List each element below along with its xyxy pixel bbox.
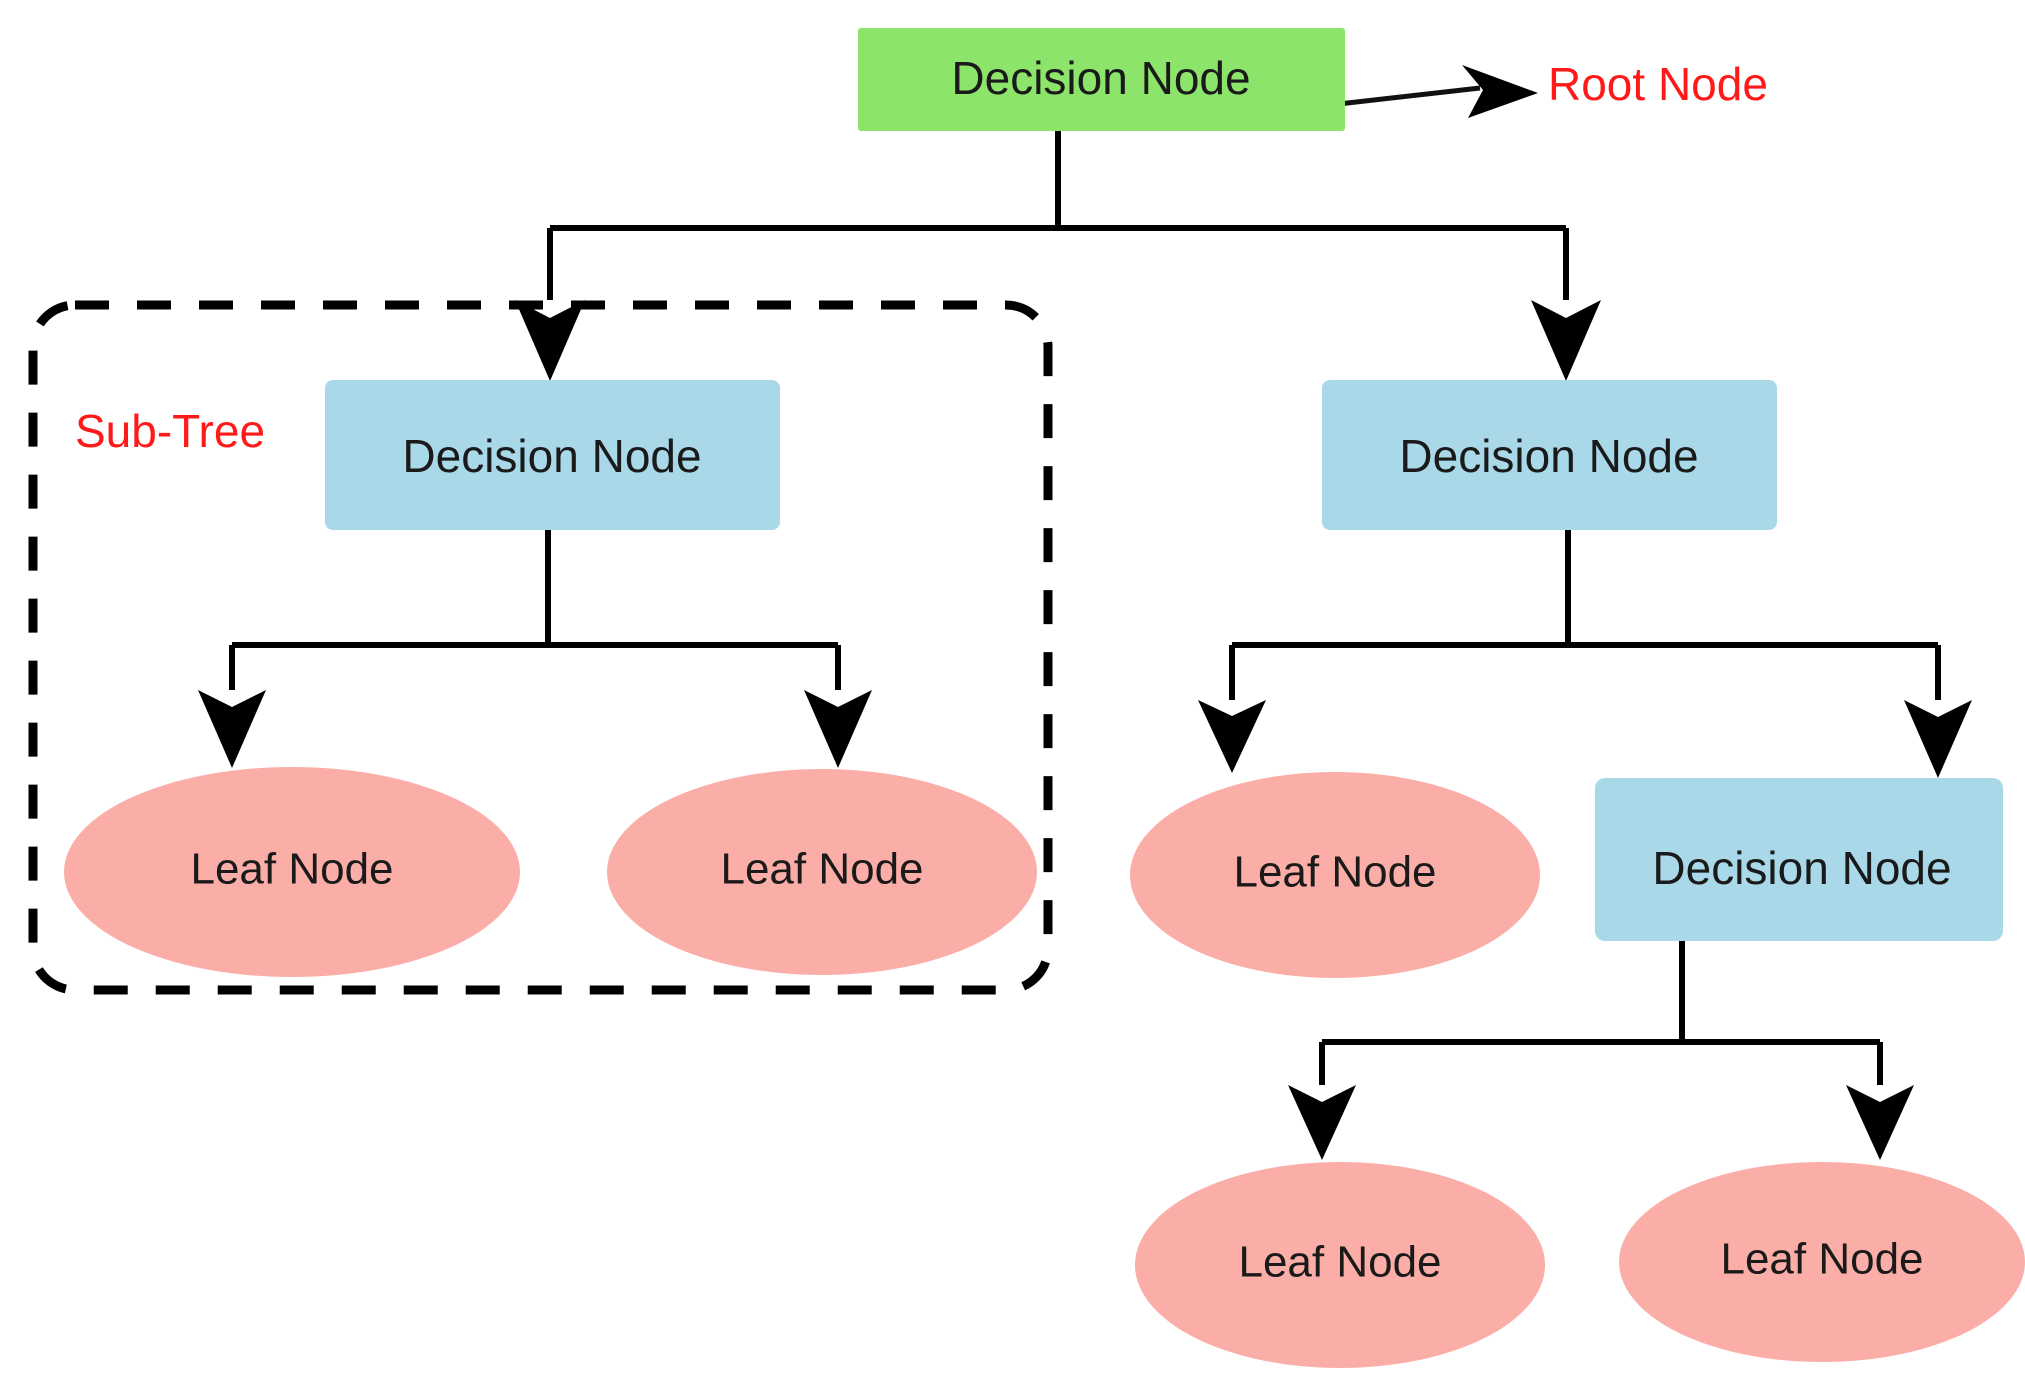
left-leaf-2-ellipse[interactable] — [607, 769, 1037, 975]
diagram-canvas: Decision Node Root Node Sub-Tree Decisio… — [28, 28, 2025, 1368]
arrow-head-root-right — [1531, 300, 1601, 381]
edge-root-callout — [1329, 85, 1481, 108]
subtree-annotation: Sub-Tree — [75, 405, 265, 457]
node-right-sub-leaf-1[interactable]: Leaf Node — [1135, 1162, 1545, 1368]
arrow-head-sub-leaf1 — [1288, 1085, 1356, 1160]
right-leaf-1-ellipse[interactable] — [1130, 772, 1540, 978]
arrow-head-right-sub-decision — [1904, 700, 1972, 778]
arrow-head-sub-leaf2 — [1846, 1085, 1914, 1160]
root-node-annotation: Root Node — [1548, 58, 1768, 110]
node-right-decision[interactable]: Decision Node — [1322, 380, 1777, 530]
right-sub-leaf-1-ellipse[interactable] — [1135, 1162, 1545, 1368]
arrow-head-left-leaf2 — [804, 690, 872, 768]
left-leaf-1-ellipse[interactable] — [64, 767, 520, 977]
node-root-decision[interactable]: Decision Node — [858, 28, 1345, 131]
node-right-sub-decision[interactable]: Decision Node — [1595, 778, 2003, 941]
decision-tree-diagram: Decision Node Root Node Sub-Tree Decisio… — [0, 0, 2025, 1375]
node-left-decision[interactable]: Decision Node — [325, 380, 780, 530]
arrow-head-left-leaf1 — [198, 690, 266, 768]
node-left-leaf-1[interactable]: Leaf Node — [64, 767, 520, 977]
right-sub-decision-box[interactable] — [1595, 778, 2003, 941]
arrow-head-root-callout — [1462, 65, 1538, 118]
node-right-sub-leaf-2[interactable]: Leaf Node — [1619, 1162, 2025, 1362]
node-left-leaf-2[interactable]: Leaf Node — [607, 769, 1037, 975]
node-right-leaf-1[interactable]: Leaf Node — [1130, 772, 1540, 978]
arrow-head-right-leaf1 — [1198, 700, 1266, 773]
left-decision-box[interactable] — [325, 380, 780, 530]
right-decision-box[interactable] — [1322, 380, 1777, 530]
arrow-head-root-left — [515, 300, 585, 381]
root-decision-box[interactable] — [858, 28, 1345, 131]
right-sub-leaf-2-ellipse[interactable] — [1619, 1162, 2025, 1362]
